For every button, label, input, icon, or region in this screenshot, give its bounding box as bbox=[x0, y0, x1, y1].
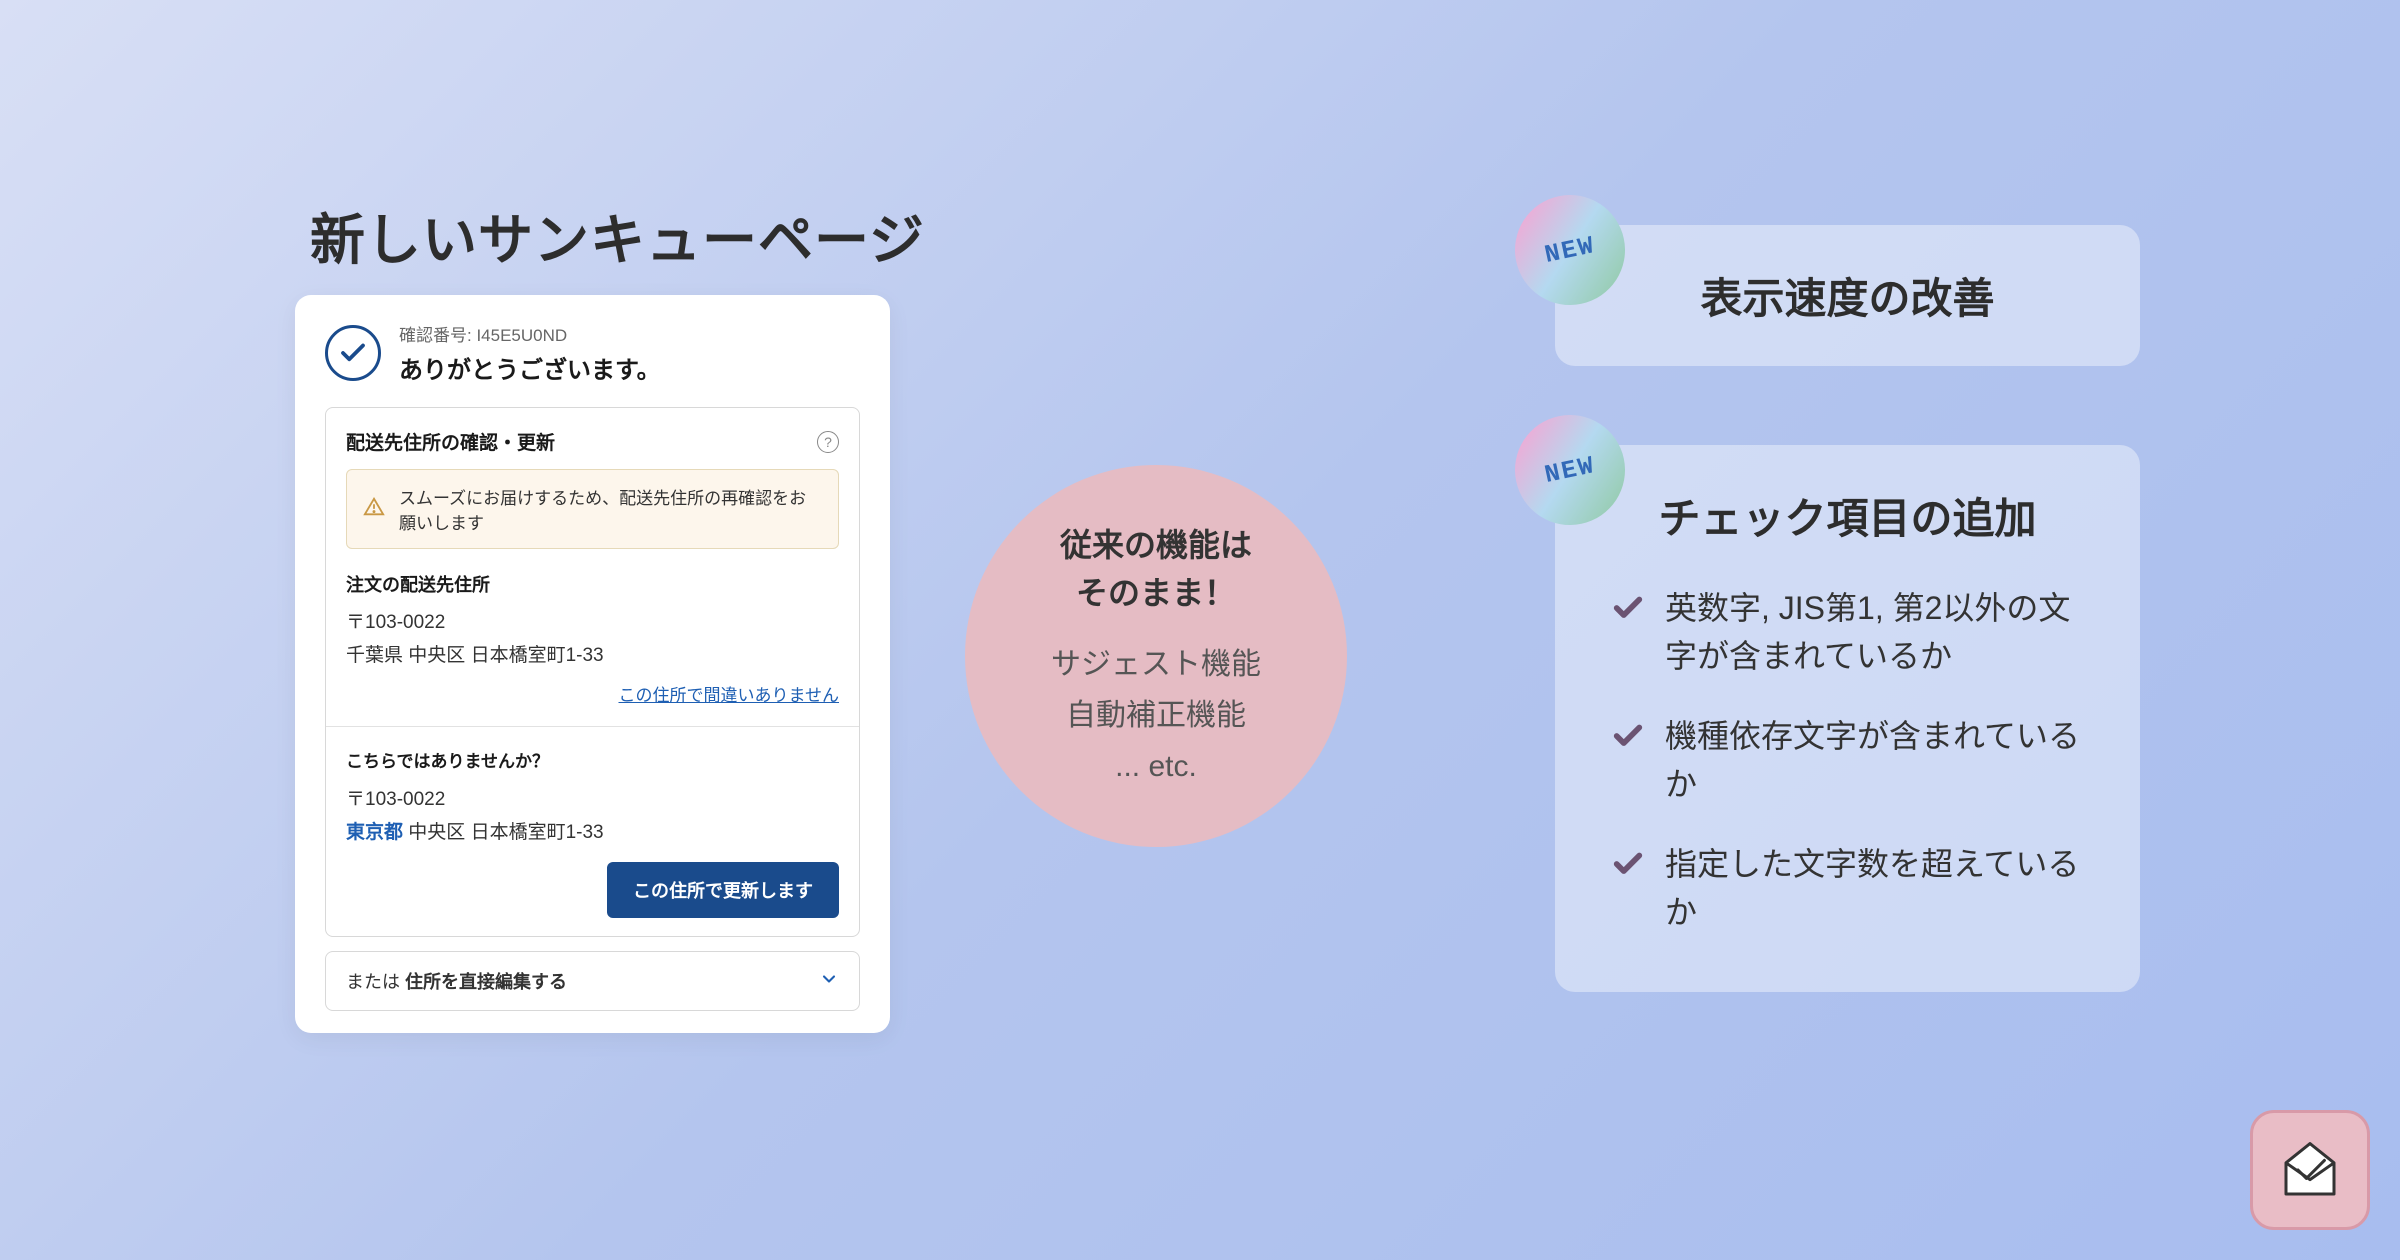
card-header: 確認番号: I45E5U0ND ありがとうございます。 bbox=[325, 321, 860, 385]
divider bbox=[326, 726, 859, 727]
circle-item-2: 自動補正機能 bbox=[1066, 690, 1246, 741]
page-title: 新しいサンキューページ bbox=[310, 195, 925, 275]
warning-icon bbox=[363, 496, 385, 523]
postal-code-1: 〒103-0022 bbox=[346, 607, 839, 634]
address-rest-2: 中央区 日本橋室町1-33 bbox=[403, 822, 604, 843]
confirmation-number: 確認番号: I45E5U0ND bbox=[399, 321, 860, 346]
postal-symbol: 〒 bbox=[346, 612, 365, 633]
update-address-button[interactable]: この住所で更新します bbox=[607, 862, 839, 918]
check-list-item: 機種依存文字が含まれているか bbox=[1611, 712, 2084, 808]
address-line-2: 東京都 中央区 日本橋室町1-33 bbox=[346, 817, 839, 844]
check-icon bbox=[1611, 847, 1645, 881]
check-item-text: 英数字, JIS第1, 第2以外の文字が含まれているか bbox=[1665, 584, 2084, 680]
check-icon bbox=[1611, 719, 1645, 753]
card-header-text: 確認番号: I45E5U0ND ありがとうございます。 bbox=[399, 321, 860, 385]
warning-text: スムーズにお届けするため、配送先住所の再確認をお願いします bbox=[399, 484, 822, 534]
edit-address-row[interactable]: または 住所を直接編集する bbox=[325, 951, 860, 1011]
postal-value-1: 103-0022 bbox=[365, 612, 445, 633]
check-list: 英数字, JIS第1, 第2以外の文字が含まれているか 機種依存文字が含まれてい… bbox=[1611, 584, 2084, 936]
checks-card: NEW チェック項目の追加 英数字, JIS第1, 第2以外の文字が含まれている… bbox=[1555, 445, 2140, 992]
help-icon[interactable]: ? bbox=[817, 431, 839, 453]
suggestion-label: こちらではありませんか？ bbox=[346, 747, 839, 772]
confirmation-prefix: 確認番号: bbox=[399, 326, 476, 345]
edit-prefix: または bbox=[346, 972, 405, 992]
checks-card-title: チェック項目の追加 bbox=[1611, 485, 2084, 546]
check-icon bbox=[1611, 591, 1645, 625]
speed-card-title: 表示速度の改善 bbox=[1611, 265, 2084, 326]
postal-value-2: 103-0022 bbox=[365, 789, 445, 810]
order-address-label: 注文の配送先住所 bbox=[346, 571, 839, 597]
thank-you-text: ありがとうございます。 bbox=[399, 350, 860, 385]
circle-title: 従来の機能は そのまま！ bbox=[1060, 521, 1252, 617]
address-line-1: 千葉県 中央区 日本橋室町1-33 bbox=[346, 640, 839, 667]
circle-item-3: ... etc. bbox=[1115, 741, 1197, 792]
postal-code-2: 〒103-0022 bbox=[346, 784, 839, 811]
prefecture-2: 東京都 bbox=[346, 822, 403, 843]
check-list-item: 指定した文字数を超えているか bbox=[1611, 840, 2084, 936]
check-item-text: 機種依存文字が含まれているか bbox=[1665, 712, 2084, 808]
circle-item-1: サジェスト機能 bbox=[1051, 639, 1261, 690]
speed-card: NEW 表示速度の改善 bbox=[1555, 225, 2140, 366]
confirm-address-link[interactable]: この住所で間違いありません bbox=[346, 681, 839, 706]
check-list-item: 英数字, JIS第1, 第2以外の文字が含まれているか bbox=[1611, 584, 2084, 680]
address-section: 配送先住所の確認・更新 ? スムーズにお届けするため、配送先住所の再確認をお願い… bbox=[325, 407, 860, 937]
address-section-header: 配送先住所の確認・更新 ? bbox=[346, 428, 839, 455]
warning-banner: スムーズにお届けするため、配送先住所の再確認をお願いします bbox=[346, 469, 839, 549]
address-rest-1: 中央区 日本橋室町1-33 bbox=[403, 645, 604, 666]
edit-link-text: 住所を直接編集する bbox=[405, 972, 567, 992]
edit-row-text: または 住所を直接編集する bbox=[346, 968, 567, 994]
chevron-down-icon bbox=[819, 969, 839, 994]
success-check-icon bbox=[325, 325, 381, 381]
confirmation-number-value: I45E5U0ND bbox=[476, 326, 567, 345]
feature-circle: 従来の機能は そのまま！ サジェスト機能 自動補正機能 ... etc. bbox=[965, 465, 1347, 847]
thank-you-card: 確認番号: I45E5U0ND ありがとうございます。 配送先住所の確認・更新 … bbox=[295, 295, 890, 1033]
address-section-title: 配送先住所の確認・更新 bbox=[346, 428, 555, 455]
check-item-text: 指定した文字数を超えているか bbox=[1665, 840, 2084, 936]
circle-title-line1: 従来の機能は bbox=[1060, 527, 1252, 563]
prefecture-1: 千葉県 bbox=[346, 645, 403, 666]
circle-title-line2: そのまま！ bbox=[1076, 575, 1236, 611]
postal-symbol: 〒 bbox=[346, 789, 365, 810]
app-icon bbox=[2250, 1110, 2370, 1230]
